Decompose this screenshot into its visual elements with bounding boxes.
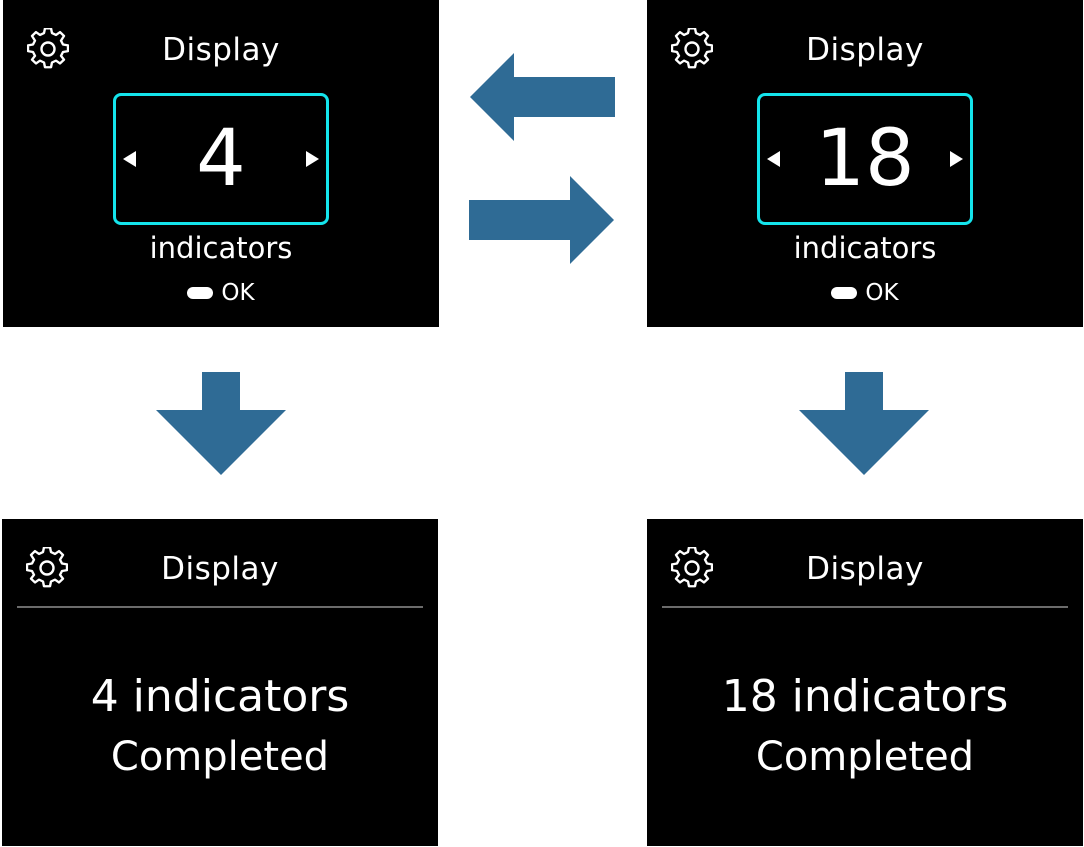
result-value: 4 indicators — [90, 671, 350, 722]
screen-title: Display — [806, 32, 924, 68]
value-selector[interactable]: 4 — [113, 93, 329, 225]
arrow-right-icon — [469, 176, 614, 264]
button-pill-icon — [187, 287, 214, 299]
unit-label: indicators — [793, 231, 937, 265]
header-divider — [17, 606, 423, 608]
result-value: 18 indicators — [721, 671, 1009, 722]
arrow-down-icon — [156, 372, 286, 475]
display-screen-18-completed: Display 18 indicators Completed — [647, 519, 1083, 846]
display-screen-4-completed: Display 4 indicators Completed — [2, 519, 438, 846]
screen-title: Display — [806, 551, 924, 587]
screen-title: Display — [162, 32, 280, 68]
ok-label: OK — [221, 280, 255, 306]
increase-arrow-icon[interactable] — [950, 151, 963, 167]
header-divider — [662, 606, 1068, 608]
ok-label: OK — [865, 280, 899, 306]
selector-value: 4 — [196, 114, 246, 204]
result-status: Completed — [110, 734, 330, 780]
ok-hint[interactable]: OK — [647, 278, 1083, 308]
value-selector[interactable]: 18 — [757, 93, 973, 225]
screen-title: Display — [161, 551, 279, 587]
display-screen-4-selector: Display 4 indicators OK — [3, 0, 439, 327]
arrow-down-icon — [799, 372, 929, 475]
ok-hint[interactable]: OK — [3, 278, 439, 308]
unit-label: indicators — [149, 231, 293, 265]
display-screen-18-selector: Display 18 indicators OK — [647, 0, 1083, 327]
button-pill-icon — [831, 287, 858, 299]
arrow-left-icon — [470, 53, 615, 141]
increase-arrow-icon[interactable] — [306, 151, 319, 167]
selector-value: 18 — [815, 114, 915, 204]
result-status: Completed — [755, 734, 975, 780]
